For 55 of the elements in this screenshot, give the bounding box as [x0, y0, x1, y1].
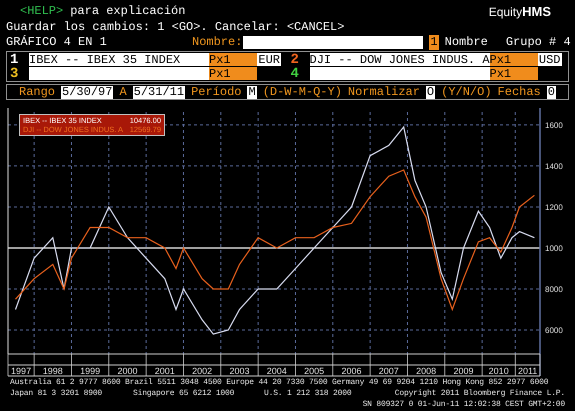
group-label: Nombre: [444, 35, 488, 50]
axis-label: 2007: [378, 366, 399, 376]
axis-label: 1200: [545, 202, 563, 212]
help-key: <HELP>: [20, 4, 64, 20]
axis-label: 2006: [341, 366, 362, 376]
axis-label: 2001: [154, 366, 175, 376]
axis-label: 2002: [192, 366, 212, 376]
security-number: 4: [290, 68, 299, 80]
footer-text: Australia 61 2 9777 8600 Brazil 5511 3048 4500 Europe 44 20 7330 7500 Germany 49 69 9204 1210 Hong Kong 852 2977 6000: [10, 377, 550, 388]
multiplier-field[interactable]: 1: [504, 53, 538, 66]
axis-label: 1600: [545, 120, 563, 130]
footer-text: Singapore 65 6212 1000: [133, 388, 236, 399]
axis-label: 2010: [488, 366, 509, 376]
security-field[interactable]: [310, 67, 490, 80]
help-text: para explicación: [70, 4, 186, 20]
axis-label: 2011: [518, 366, 538, 376]
chart-title: GRÁFICO 4 EN 1: [6, 35, 108, 50]
axis-label: 2009: [453, 366, 474, 376]
name-field[interactable]: [243, 36, 424, 49]
axis-label: 1998: [42, 366, 63, 376]
security-field[interactable]: [29, 67, 209, 80]
multiplier-field[interactable]: 1: [504, 67, 538, 80]
price-label: Px: [209, 67, 224, 80]
axis-label: 2008: [416, 366, 436, 376]
axis-label: 8000: [545, 285, 563, 294]
security-field[interactable]: IBEX -- IBEX 35 INDEX: [29, 53, 209, 66]
axis-label: 1400: [545, 162, 563, 171]
brand-logo: EquityHMS: [488, 4, 551, 20]
group-index-field[interactable]: 1: [429, 35, 439, 50]
security-number: 3: [10, 68, 18, 80]
instructions-text: Guardar los cambios: 1 <GO>. Cancelar: <CANCEL>: [5, 20, 346, 35]
footer-text: Japan 81 3 3201 8900: [10, 388, 104, 399]
currency-field[interactable]: USD: [538, 53, 562, 66]
name-label: Nombre:: [192, 35, 242, 50]
axis-label: 2000: [117, 366, 138, 376]
footer-text: U.S. 1 212 318 2000: [264, 388, 352, 399]
multiplier-field[interactable]: 1: [223, 53, 258, 66]
multiplier-field[interactable]: 1: [223, 67, 258, 80]
axis-label: 2003: [229, 366, 250, 376]
axis-label: 6000: [545, 326, 563, 335]
price-label: Px: [490, 53, 504, 66]
group-number: Grupo # 4: [506, 35, 571, 50]
currency-field[interactable]: EUR: [257, 53, 282, 66]
security-field[interactable]: DJI -- DOW JONES INDUS. A: [310, 53, 490, 66]
footer-text: SN 809327 0 01-Jun-11 12:02:38 CEST GMT+2:00: [362, 399, 565, 410]
axis-label: 1000: [545, 244, 563, 253]
security-number: 1: [10, 54, 18, 66]
axis-label: 2004: [266, 366, 287, 376]
axis-label: 2005: [304, 366, 324, 376]
price-label: Px: [209, 53, 224, 66]
axis-label: 1999: [80, 366, 100, 376]
footer-text: Copyright 2011 Bloomberg Finance L.P.: [394, 388, 565, 399]
price-label: Px: [490, 67, 504, 80]
axis-label: 1997: [11, 366, 32, 376]
security-number: 2: [290, 54, 299, 66]
